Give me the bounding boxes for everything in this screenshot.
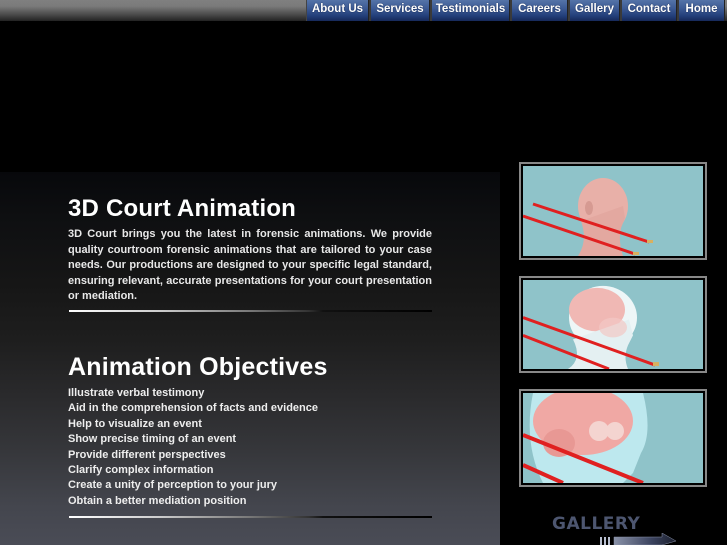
gallery-thumbnail-3[interactable]	[519, 389, 707, 487]
nav-careers[interactable]: Careers	[510, 0, 568, 21]
nav-gallery[interactable]: Gallery	[568, 0, 620, 21]
nav-about-us[interactable]: About Us	[306, 0, 369, 21]
list-item: Provide different perspectives	[68, 448, 226, 461]
nav-home[interactable]: Home	[677, 0, 725, 21]
head-skull-image	[523, 280, 703, 369]
section-divider	[69, 310, 432, 312]
nav-services[interactable]: Services	[369, 0, 430, 21]
nav-contact[interactable]: Contact	[620, 0, 677, 21]
list-item: Show precise timing of an event	[68, 433, 237, 446]
list-item: Obtain a better mediation position	[68, 494, 247, 507]
list-item: Help to visualize an event	[68, 417, 202, 430]
head-brain-image	[523, 393, 703, 483]
gallery-thumbnail-1[interactable]	[519, 162, 707, 260]
intro-paragraph: 3D Court brings you the latest in forens…	[68, 228, 432, 302]
page-title: 3D Court Animation	[68, 195, 297, 222]
objectives-title: Animation Objectives	[68, 353, 328, 381]
list-item: Aid in the comprehension of facts and ev…	[68, 402, 318, 415]
head-exterior-image	[523, 166, 703, 256]
main-nav: About Us Services Testimonials Careers G…	[306, 0, 725, 21]
list-item: Clarify complex information	[68, 464, 214, 477]
list-item: Illustrate verbal testimony	[68, 387, 205, 399]
gallery-label: GALLERY	[552, 514, 641, 534]
section-divider	[69, 516, 432, 518]
nav-testimonials[interactable]: Testimonials	[430, 0, 510, 21]
objectives-list: Illustrate verbal testimony Aid in the c…	[68, 386, 318, 509]
gallery-thumbnail-2[interactable]	[519, 276, 707, 373]
arrow-right-icon	[600, 533, 677, 545]
list-item: Create a unity of perception to your jur…	[68, 479, 278, 492]
gallery-link[interactable]: GALLERY	[552, 514, 682, 545]
